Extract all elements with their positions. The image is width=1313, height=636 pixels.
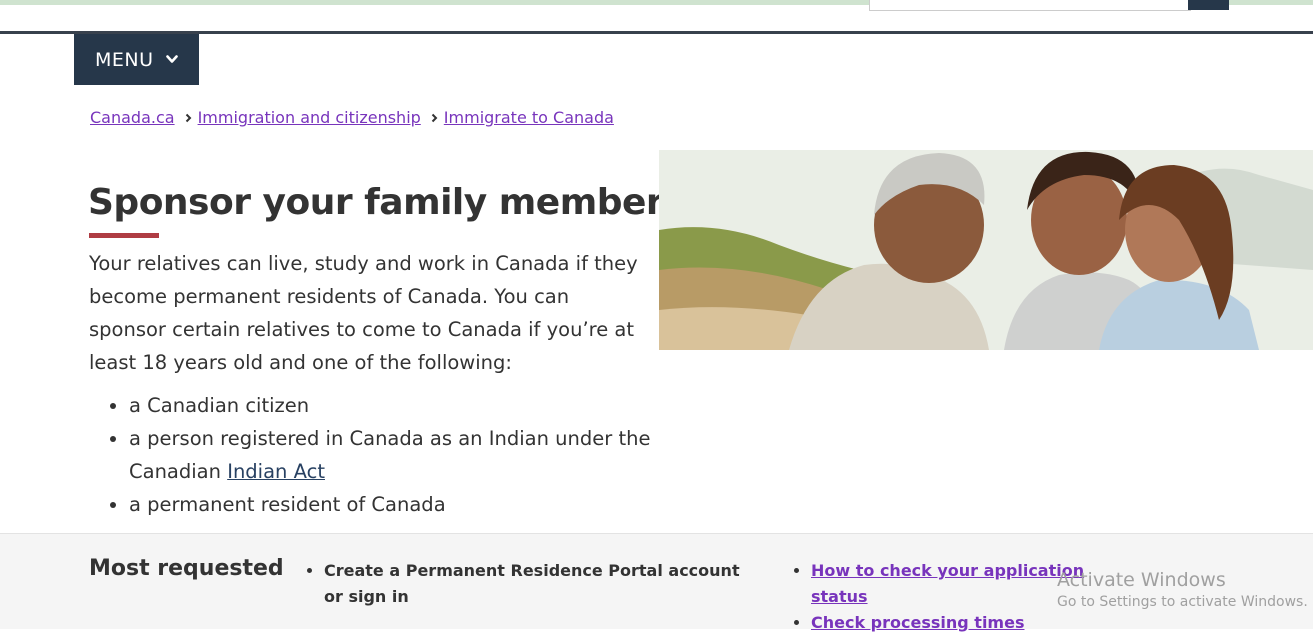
intro-paragraph: Your relatives can live, study and work … [89,252,638,374]
activate-windows-watermark: Activate Windows Go to Settings to activ… [1057,568,1308,612]
search-button[interactable] [1188,0,1229,10]
chevron-right-icon [431,113,438,123]
breadcrumb-link-immigration[interactable]: Immigration and citizenship [198,108,421,127]
watermark-line-1: Activate Windows [1057,569,1226,591]
list-item-text: a person registered in Canada as an Indi… [129,427,651,483]
most-requested-list-1: Create a Permanent Residence Portal acco… [304,558,764,610]
breadcrumb: Canada.ca Immigration and citizenship Im… [90,108,614,127]
list-item-text: a Canadian citizen [129,394,310,417]
breadcrumb-link-canada[interactable]: Canada.ca [90,108,175,127]
check-application-status-link[interactable]: How to check your application status [811,561,1084,606]
list-item-text: a permanent resident of Canada [129,493,446,516]
indian-act-link[interactable]: Indian Act [227,460,325,483]
check-processing-times-link[interactable]: Check processing times [811,613,1024,632]
menu-button[interactable]: MENU [74,34,199,85]
list-item: a permanent resident of Canada [129,488,689,521]
page-title: Sponsor your family members [88,182,685,223]
list-item: Check processing times [811,610,1131,636]
watermark-line-2: Go to Settings to activate Windows. [1057,594,1308,610]
pr-portal-link[interactable]: Create a Permanent Residence Portal acco… [324,561,740,606]
title-underline [89,233,159,238]
most-requested-title: Most requested [89,556,284,581]
list-item: a Canadian citizen [129,389,689,422]
chevron-right-icon [185,113,192,123]
hero-image [659,150,1313,350]
menu-label: MENU [95,48,154,71]
list-item[interactable]: Create a Permanent Residence Portal acco… [324,558,764,610]
chevron-down-icon [165,55,178,64]
eligibility-list: a Canadian citizen a person registered i… [89,389,689,521]
list-item: a person registered in Canada as an Indi… [129,422,689,488]
search-input[interactable] [869,0,1191,11]
breadcrumb-link-immigrate[interactable]: Immigrate to Canada [444,108,614,127]
